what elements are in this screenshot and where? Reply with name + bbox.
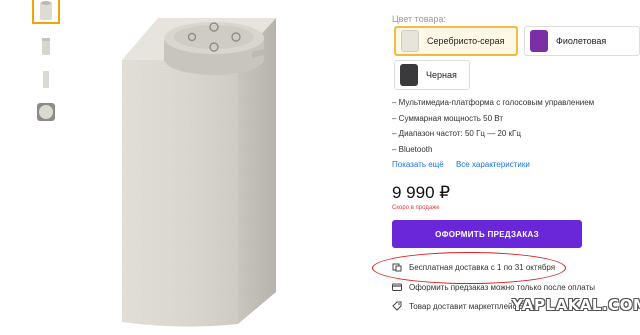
- silver-swatch-icon: [401, 30, 419, 52]
- color-option-black[interactable]: Черная: [394, 60, 470, 90]
- purple-swatch-icon: [530, 30, 548, 52]
- product-image: [118, 6, 280, 328]
- annotation-circle: [372, 252, 566, 284]
- watermark: YAPLAKAL.COM: [512, 296, 640, 314]
- color-option-label: Черная: [426, 70, 457, 80]
- color-option-label: Серебристо-серая: [427, 36, 505, 46]
- price: 9 990 ₽: [392, 183, 451, 202]
- color-option-silver[interactable]: Серебристо-серая: [394, 26, 518, 56]
- availability-status: Скоро в продаже: [392, 205, 440, 211]
- color-label: Цвет товара:: [392, 14, 446, 24]
- spec-links: Показать ещё Все характеристики: [392, 160, 540, 169]
- color-option-purple[interactable]: Фиолетовая: [524, 26, 640, 56]
- feature-item: – Мультимедиа-платформа с голосовым упра…: [392, 98, 595, 107]
- payment-info: Оформить предзаказ можно только после оп…: [392, 282, 595, 292]
- tag-icon: [392, 301, 402, 311]
- black-swatch-icon: [400, 64, 418, 86]
- payment-text: Оформить предзаказ можно только после оп…: [409, 282, 595, 292]
- color-option-label: Фиолетовая: [556, 36, 607, 46]
- feature-item: – Bluetooth: [392, 145, 433, 154]
- preorder-button[interactable]: ОФОРМИТЬ ПРЕДЗАКАЗ: [392, 220, 582, 248]
- feature-item: – Суммарная мощность 50 Вт: [392, 114, 503, 123]
- thumbnail-top[interactable]: [32, 98, 60, 126]
- thumbnail-front[interactable]: [32, 0, 60, 24]
- thumbnail-side[interactable]: [32, 32, 60, 60]
- show-more-link[interactable]: Показать ещё: [392, 160, 444, 169]
- feature-item: – Диапазон частот: 50 Гц — 20 кГц: [392, 129, 521, 138]
- thumbnail-back[interactable]: [32, 65, 60, 93]
- credit-card-icon: [392, 283, 402, 291]
- all-specs-link[interactable]: Все характеристики: [456, 160, 530, 169]
